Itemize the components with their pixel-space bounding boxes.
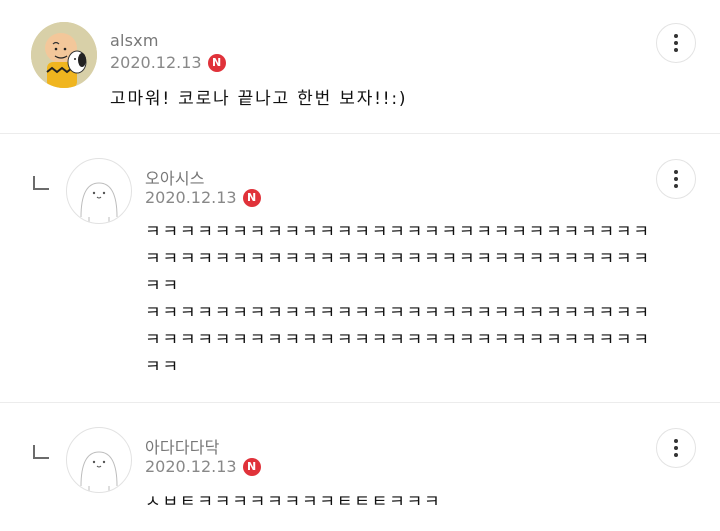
more-vertical-icon [674,439,678,443]
comment-meta: 2020.12.13 N [145,457,261,476]
more-vertical-icon-dot [674,48,678,52]
default-profile-icon [80,451,118,491]
avatar[interactable] [31,22,97,88]
comment-text-line: ㅋㅋ [145,357,180,377]
comment-date: 2020.12.13 [110,53,202,72]
more-vertical-icon-dot [674,177,678,181]
comment-date: 2020.12.13 [145,457,237,476]
comment-text: 고마워! 코로나 끝나고 한번 보자!!:) [110,86,407,113]
more-vertical-icon [674,34,678,38]
comment-text-line: 고마워! 코로나 끝나고 한번 보자!!:) [110,89,408,109]
comment-text: ㅋㅋㅋㅋㅋㅋㅋㅋㅋㅋㅋㅋㅋㅋㅋㅋㅋㅋㅋㅋㅋㅋㅋㅋㅋㅋㅋㅋㅋ ㅋㅋㅋㅋㅋㅋㅋㅋㅋㅋ… [145,219,651,381]
reply-item: 오아시스 2020.12.13 N ㅋㅋㅋㅋㅋㅋㅋㅋㅋㅋㅋㅋㅋㅋㅋㅋㅋㅋㅋㅋㅋㅋ… [0,134,720,402]
more-vertical-icon-dot [674,446,678,450]
more-options-button[interactable] [656,23,696,63]
more-vertical-icon-dot [674,41,678,45]
new-badge: N [207,53,226,72]
comment-item: alsxm 2020.12.13 N 고마워! 코로나 끝나고 한번 보자!!:… [0,0,720,133]
default-profile-icon [80,182,118,222]
avatar[interactable] [66,158,132,224]
comment-author[interactable]: 오아시스 [145,165,205,189]
more-vertical-icon [674,170,678,174]
comment-author[interactable]: 아다다다닥 [145,434,220,458]
comment-text-line: ㅋㅋㅋㅋㅋㅋㅋㅋㅋㅋㅋㅋㅋㅋㅋㅋㅋㅋㅋㅋㅋㅋㅋㅋㅋㅋㅋㅋㅋ [145,303,651,323]
avatar[interactable] [66,427,132,493]
comment-text-line: ㅋㅋㅋㅋㅋㅋㅋㅋㅋㅋㅋㅋㅋㅋㅋㅋㅋㅋㅋㅋㅋㅋㅋㅋㅋㅋㅋㅋㅋ [145,222,651,242]
more-vertical-icon-dot [674,184,678,188]
comment-meta: 2020.12.13 N [110,53,226,72]
reply-arrow-icon [33,445,49,459]
more-options-button[interactable] [656,159,696,199]
more-options-button[interactable] [656,428,696,468]
reply-arrow-icon [33,176,49,190]
comment-text-line: ㅋㅋㅋㅋㅋㅋㅋㅋㅋㅋㅋㅋㅋㅋㅋㅋㅋㅋㅋㅋㅋㅋㅋㅋㅋㅋㅋㅋㅋ [145,249,651,269]
comment-text-line: ㅅㅂㅌㅋㅋㅋㅋㅋㅋㅋㅋㅌㅌㅌㅋㅋㅋ [145,492,442,512]
comment-meta: 2020.12.13 N [145,188,261,207]
new-badge: N [242,457,261,476]
reply-item: 아다다다닥 2020.12.13 N ㅅㅂㅌㅋㅋㅋㅋㅋㅋㅋㅋㅌㅌㅌㅋㅋㅋ [0,403,720,531]
more-vertical-icon-dot [674,453,678,457]
new-badge: N [242,188,261,207]
comment-date: 2020.12.13 [145,188,237,207]
comment-text: ㅅㅂㅌㅋㅋㅋㅋㅋㅋㅋㅋㅌㅌㅌㅋㅋㅋ [145,489,441,516]
comment-author[interactable]: alsxm [110,31,159,50]
comment-text-line: ㅋㅋ [145,276,180,296]
comment-text-line: ㅋㅋㅋㅋㅋㅋㅋㅋㅋㅋㅋㅋㅋㅋㅋㅋㅋㅋㅋㅋㅋㅋㅋㅋㅋㅋㅋㅋㅋ [145,330,651,350]
charlie-brown-snoopy-avatar-icon [31,22,97,88]
